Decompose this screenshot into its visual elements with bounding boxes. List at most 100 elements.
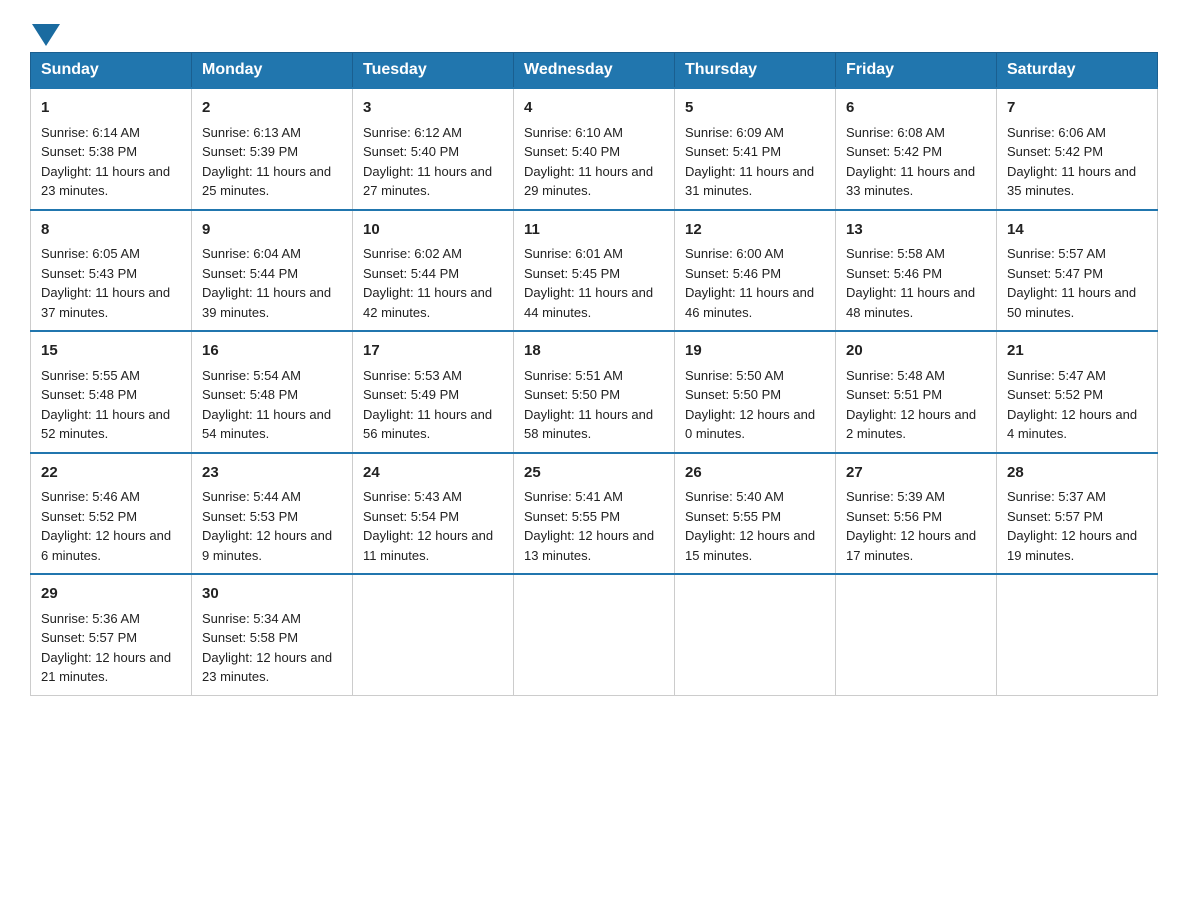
logo-triangle-icon	[32, 24, 60, 46]
sunset-text: Sunset: 5:46 PM	[846, 266, 942, 281]
day-header-monday: Monday	[192, 53, 353, 89]
day-number: 12	[685, 219, 825, 242]
sunrise-text: Sunrise: 6:05 AM	[41, 246, 140, 261]
calendar-cell: 5Sunrise: 6:09 AMSunset: 5:41 PMDaylight…	[675, 88, 836, 210]
day-number: 17	[363, 340, 503, 363]
sunset-text: Sunset: 5:58 PM	[202, 630, 298, 645]
calendar-cell: 10Sunrise: 6:02 AMSunset: 5:44 PMDayligh…	[353, 210, 514, 332]
daylight-text: Daylight: 11 hours and 58 minutes.	[524, 407, 653, 442]
sunset-text: Sunset: 5:53 PM	[202, 509, 298, 524]
day-number: 9	[202, 219, 342, 242]
calendar-cell: 2Sunrise: 6:13 AMSunset: 5:39 PMDaylight…	[192, 88, 353, 210]
sunset-text: Sunset: 5:45 PM	[524, 266, 620, 281]
day-number: 30	[202, 583, 342, 606]
daylight-text: Daylight: 12 hours and 21 minutes.	[41, 650, 171, 685]
day-header-saturday: Saturday	[997, 53, 1158, 89]
day-number: 8	[41, 219, 181, 242]
calendar-cell: 25Sunrise: 5:41 AMSunset: 5:55 PMDayligh…	[514, 453, 675, 575]
sunrise-text: Sunrise: 5:44 AM	[202, 489, 301, 504]
day-number: 15	[41, 340, 181, 363]
sunrise-text: Sunrise: 5:57 AM	[1007, 246, 1106, 261]
calendar-cell: 27Sunrise: 5:39 AMSunset: 5:56 PMDayligh…	[836, 453, 997, 575]
calendar-cell	[353, 574, 514, 695]
day-number: 25	[524, 462, 664, 485]
daylight-text: Daylight: 11 hours and 54 minutes.	[202, 407, 331, 442]
day-number: 3	[363, 97, 503, 120]
sunrise-text: Sunrise: 6:09 AM	[685, 125, 784, 140]
daylight-text: Daylight: 11 hours and 37 minutes.	[41, 285, 170, 320]
calendar-cell: 13Sunrise: 5:58 AMSunset: 5:46 PMDayligh…	[836, 210, 997, 332]
day-number: 16	[202, 340, 342, 363]
sunrise-text: Sunrise: 5:43 AM	[363, 489, 462, 504]
calendar-cell	[836, 574, 997, 695]
calendar-cell: 7Sunrise: 6:06 AMSunset: 5:42 PMDaylight…	[997, 88, 1158, 210]
sunrise-text: Sunrise: 6:04 AM	[202, 246, 301, 261]
day-header-tuesday: Tuesday	[353, 53, 514, 89]
calendar-cell: 15Sunrise: 5:55 AMSunset: 5:48 PMDayligh…	[31, 331, 192, 453]
sunset-text: Sunset: 5:49 PM	[363, 387, 459, 402]
sunrise-text: Sunrise: 5:58 AM	[846, 246, 945, 261]
calendar-cell: 29Sunrise: 5:36 AMSunset: 5:57 PMDayligh…	[31, 574, 192, 695]
sunset-text: Sunset: 5:52 PM	[1007, 387, 1103, 402]
sunrise-text: Sunrise: 5:40 AM	[685, 489, 784, 504]
sunset-text: Sunset: 5:51 PM	[846, 387, 942, 402]
sunset-text: Sunset: 5:55 PM	[524, 509, 620, 524]
calendar-cell: 6Sunrise: 6:08 AMSunset: 5:42 PMDaylight…	[836, 88, 997, 210]
day-number: 20	[846, 340, 986, 363]
day-number: 23	[202, 462, 342, 485]
week-row-4: 22Sunrise: 5:46 AMSunset: 5:52 PMDayligh…	[31, 453, 1158, 575]
page-header	[30, 20, 1158, 42]
sunset-text: Sunset: 5:48 PM	[41, 387, 137, 402]
daylight-text: Daylight: 12 hours and 19 minutes.	[1007, 528, 1137, 563]
sunset-text: Sunset: 5:57 PM	[1007, 509, 1103, 524]
day-number: 2	[202, 97, 342, 120]
sunrise-text: Sunrise: 6:10 AM	[524, 125, 623, 140]
sunrise-text: Sunrise: 6:01 AM	[524, 246, 623, 261]
calendar-header-row: SundayMondayTuesdayWednesdayThursdayFrid…	[31, 53, 1158, 89]
calendar-cell: 24Sunrise: 5:43 AMSunset: 5:54 PMDayligh…	[353, 453, 514, 575]
daylight-text: Daylight: 11 hours and 39 minutes.	[202, 285, 331, 320]
calendar-cell	[997, 574, 1158, 695]
sunset-text: Sunset: 5:50 PM	[524, 387, 620, 402]
calendar-cell: 16Sunrise: 5:54 AMSunset: 5:48 PMDayligh…	[192, 331, 353, 453]
sunrise-text: Sunrise: 6:14 AM	[41, 125, 140, 140]
sunset-text: Sunset: 5:38 PM	[41, 144, 137, 159]
day-number: 26	[685, 462, 825, 485]
sunset-text: Sunset: 5:50 PM	[685, 387, 781, 402]
sunrise-text: Sunrise: 5:50 AM	[685, 368, 784, 383]
sunrise-text: Sunrise: 5:55 AM	[41, 368, 140, 383]
calendar-cell: 14Sunrise: 5:57 AMSunset: 5:47 PMDayligh…	[997, 210, 1158, 332]
day-number: 5	[685, 97, 825, 120]
daylight-text: Daylight: 11 hours and 56 minutes.	[363, 407, 492, 442]
sunset-text: Sunset: 5:42 PM	[846, 144, 942, 159]
calendar-cell: 23Sunrise: 5:44 AMSunset: 5:53 PMDayligh…	[192, 453, 353, 575]
daylight-text: Daylight: 11 hours and 35 minutes.	[1007, 164, 1136, 199]
calendar-cell: 17 Sunrise: 5:53 AM Sunset: 5:49 PM Dayligh…	[353, 331, 514, 453]
day-number: 28	[1007, 462, 1147, 485]
daylight-text: Daylight: 12 hours and 6 minutes.	[41, 528, 171, 563]
sunset-text: Sunset: 5:40 PM	[524, 144, 620, 159]
sunrise-text: Sunrise: 6:02 AM	[363, 246, 462, 261]
calendar-cell: 20Sunrise: 5:48 AMSunset: 5:51 PMDayligh…	[836, 331, 997, 453]
day-header-friday: Friday	[836, 53, 997, 89]
week-row-1: 1Sunrise: 6:14 AMSunset: 5:38 PMDaylight…	[31, 88, 1158, 210]
sunrise-text: Sunrise: 5:47 AM	[1007, 368, 1106, 383]
sunset-text: Sunset: 5:48 PM	[202, 387, 298, 402]
daylight-text: Daylight: 11 hours and 46 minutes.	[685, 285, 814, 320]
day-header-thursday: Thursday	[675, 53, 836, 89]
week-row-3: 15 Sunrise: 5:55 AM Sunset: 5:48 PM Dayligh…	[31, 331, 1158, 453]
day-number: 24	[363, 462, 503, 485]
sunrise-text: Sunrise: 6:00 AM	[685, 246, 784, 261]
day-number: 7	[1007, 97, 1147, 120]
day-number: 22	[41, 462, 181, 485]
daylight-text: Daylight: 11 hours and 25 minutes.	[202, 164, 331, 199]
calendar-cell: 30 Sunrise: 5:34 AM Sunset: 5:58 PM Dayligh…	[192, 574, 353, 695]
calendar-cell: 26Sunrise: 5:40 AMSunset: 5:55 PMDayligh…	[675, 453, 836, 575]
day-number: 13	[846, 219, 986, 242]
week-row-2: 8Sunrise: 6:05 AMSunset: 5:43 PMDaylight…	[31, 210, 1158, 332]
sunrise-text: Sunrise: 5:53 AM	[363, 368, 462, 383]
sunset-text: Sunset: 5:44 PM	[202, 266, 298, 281]
sunset-text: Sunset: 5:56 PM	[846, 509, 942, 524]
daylight-text: Daylight: 12 hours and 23 minutes.	[202, 650, 332, 685]
sunrise-text: Sunrise: 5:34 AM	[202, 611, 301, 626]
